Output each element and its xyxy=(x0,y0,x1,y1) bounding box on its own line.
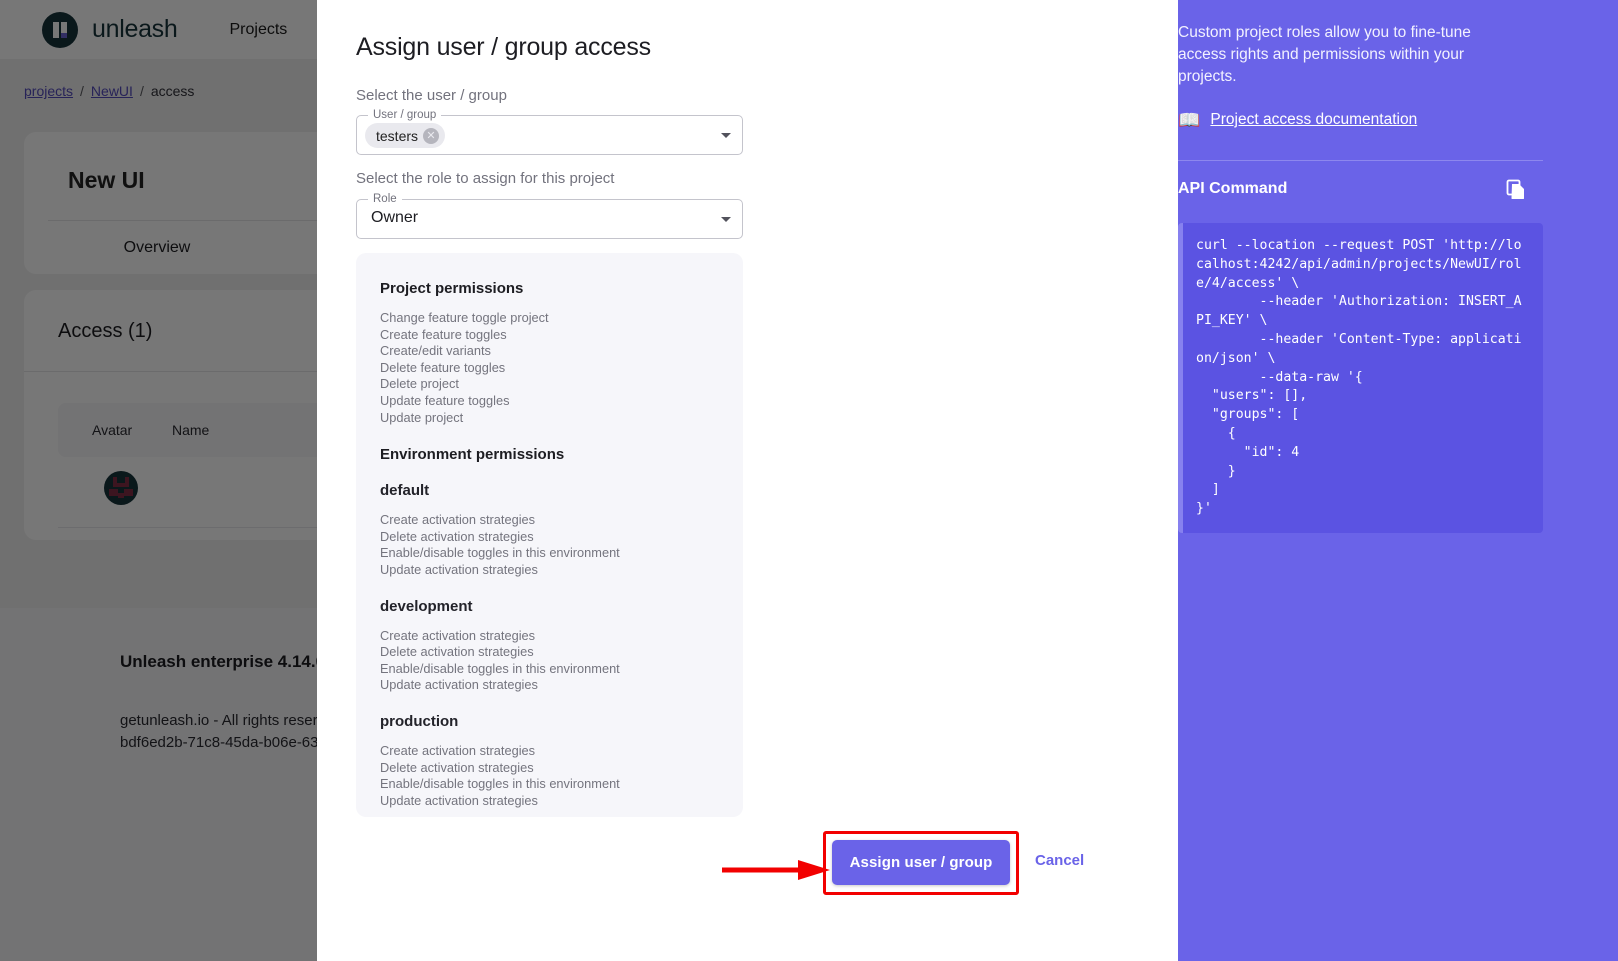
project-permissions-heading: Project permissions xyxy=(380,280,719,297)
book-icon: 📖 xyxy=(1178,111,1200,129)
environment-permissions-list: Create activation strategiesDelete activ… xyxy=(380,512,719,578)
user-group-select[interactable]: User / group testers ✕ xyxy=(356,115,743,155)
environment-permissions-list: Create activation strategiesDelete activ… xyxy=(380,743,719,809)
info-sidebar: Custom project roles allow you to fine-t… xyxy=(1178,0,1618,961)
permission-item: Enable/disable toggles in this environme… xyxy=(380,545,719,562)
permission-item: Create activation strategies xyxy=(380,628,719,645)
permission-item: Enable/disable toggles in this environme… xyxy=(380,776,719,793)
role-section-label: Select the role to assign for this proje… xyxy=(356,170,614,187)
environment-name: default xyxy=(380,482,719,499)
environment-permissions-heading: Environment permissions xyxy=(380,446,719,463)
annotation-arrow-icon xyxy=(722,858,832,882)
permission-item: Create/edit variants xyxy=(380,343,719,360)
permission-item: Create activation strategies xyxy=(380,743,719,760)
project-permissions-list: Change feature toggle projectCreate feat… xyxy=(380,310,719,426)
permission-item: Delete project xyxy=(380,376,719,393)
project-access-documentation-link[interactable]: 📖 Project access documentation xyxy=(1178,111,1417,129)
sidebar-divider xyxy=(1178,160,1543,161)
chevron-down-icon[interactable] xyxy=(721,217,731,222)
permission-item: Update project xyxy=(380,410,719,427)
permission-item: Update feature toggles xyxy=(380,393,719,410)
permission-item: Delete activation strategies xyxy=(380,644,719,661)
permission-item: Delete feature toggles xyxy=(380,360,719,377)
api-command-heading: API Command xyxy=(1178,180,1287,198)
environment-name: development xyxy=(380,598,719,615)
permission-item: Update activation strategies xyxy=(380,677,719,694)
screen: unleash Projects Feature toggles project… xyxy=(0,0,1618,961)
permission-item: Create activation strategies xyxy=(380,512,719,529)
sidebar-intro-text: Custom project roles allow you to fine-t… xyxy=(1178,22,1518,88)
chip-label: testers xyxy=(376,128,418,144)
user-group-legend: User / group xyxy=(368,108,441,122)
permissions-panel: Project permissions Change feature toggl… xyxy=(356,253,743,817)
selected-group-chip: testers ✕ xyxy=(365,123,445,148)
permission-item: Update activation strategies xyxy=(380,793,719,810)
permission-item: Create feature toggles xyxy=(380,327,719,344)
role-value: Owner xyxy=(371,209,418,227)
user-group-section-label: Select the user / group xyxy=(356,87,507,104)
cancel-button[interactable]: Cancel xyxy=(1035,852,1084,869)
chevron-down-icon[interactable] xyxy=(721,133,731,138)
role-legend: Role xyxy=(368,192,402,206)
permission-item: Enable/disable toggles in this environme… xyxy=(380,661,719,678)
modal-title: Assign user / group access xyxy=(356,33,651,62)
environment-permissions-groups: defaultCreate activation strategiesDelet… xyxy=(380,463,719,809)
permission-item: Delete activation strategies xyxy=(380,760,719,777)
assign-access-modal: Assign user / group access Select the us… xyxy=(317,0,1178,961)
api-command-code[interactable]: curl --location --request POST 'http://l… xyxy=(1178,223,1543,533)
environment-name: production xyxy=(380,713,719,730)
environment-permissions-list: Create activation strategiesDelete activ… xyxy=(380,628,719,694)
copy-icon[interactable] xyxy=(1506,179,1526,199)
permission-item: Change feature toggle project xyxy=(380,310,719,327)
assign-user-group-button[interactable]: Assign user / group xyxy=(832,840,1010,885)
role-select[interactable]: Role Owner xyxy=(356,199,743,239)
doc-link-label: Project access documentation xyxy=(1210,111,1417,129)
permission-item: Update activation strategies xyxy=(380,562,719,579)
close-icon[interactable]: ✕ xyxy=(423,128,439,144)
permission-item: Delete activation strategies xyxy=(380,529,719,546)
